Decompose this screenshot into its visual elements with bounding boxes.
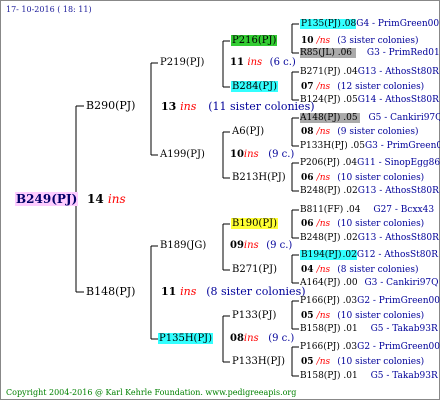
sire-b148[interactable]: B148(PJ): [86, 286, 135, 298]
dam-b290-gen: 13 ins (11 sister colonies): [161, 100, 315, 113]
node-b189-gen: 09ins (9 c.): [230, 240, 293, 251]
leaf-p166-b[interactable]: P166(PJ) .03G2 - PrimGreen00: [300, 341, 440, 353]
sire-b148-gen: 11 ins (8 sister colonies): [161, 285, 306, 298]
leaf-b158-a[interactable]: B158(PJ) .01 G5 - Takab93R: [300, 323, 438, 335]
node-p133h-gen: 05 /ns (10 sister colonies): [301, 357, 425, 367]
node-b271[interactable]: B271(PJ): [232, 264, 277, 276]
node-p219-gen: 11 ins (6 c.): [230, 57, 296, 68]
node-p135h[interactable]: P135H(PJ): [158, 333, 214, 344]
leaf-p135[interactable]: P135(PJ).08G4 - PrimGreen00: [300, 18, 439, 30]
node-p216-gen: 10 /ns (3 sister colonies): [301, 36, 419, 46]
leaf-a148[interactable]: A148(PJ) .05 G5 - Cankiri97Q: [300, 112, 440, 124]
dam-b290[interactable]: B290(PJ): [86, 100, 135, 112]
leaf-b158-b[interactable]: B158(PJ) .01 G5 - Takab93R: [300, 370, 438, 382]
node-a6-gen: 08 /ns (9 sister colonies): [301, 127, 419, 137]
node-p219[interactable]: P219(PJ): [160, 57, 204, 69]
node-b213h-gen: 06 /ns (10 sister colonies): [301, 173, 425, 183]
leaf-a164[interactable]: A164(PJ) .00 G3 - Cankiri97Q: [300, 277, 439, 289]
node-p133-gen: 05 /ns (10 sister colonies): [301, 311, 425, 321]
pedigree-page: 17- 10-2016 ( 18: 11) B249(PJ) 14 ins B2…: [0, 0, 440, 400]
report-date: 17- 10-2016 ( 18: 11): [6, 5, 92, 14]
leaf-b124[interactable]: B124(PJ) .05G14 - AthosSt80R: [300, 94, 439, 106]
node-a6[interactable]: A6(PJ): [232, 126, 264, 138]
node-b190[interactable]: B190(PJ): [231, 218, 278, 229]
leaf-b248-b[interactable]: B248(PJ) .02G13 - AthosSt80R: [300, 232, 439, 244]
leaf-p133h-a[interactable]: P133H(PJ) .05G3 - PrimGreen00: [300, 140, 440, 152]
leaf-b194[interactable]: B194(PJ).02G12 - AthosSt80R: [300, 249, 438, 261]
node-b284[interactable]: B284(PJ): [231, 81, 278, 92]
node-b213h[interactable]: B213H(PJ): [232, 172, 286, 184]
node-p133h[interactable]: P133H(PJ): [232, 356, 285, 368]
leaf-b811[interactable]: B811(FF) .04 G27 - Bcxx43: [300, 204, 434, 216]
leaf-b271-a[interactable]: B271(PJ) .04G13 - AthosSt80R: [300, 66, 439, 78]
root-generation: 14 ins: [87, 192, 126, 206]
leaf-r85[interactable]: R85(JL) .06 G3 - PrimRed01: [300, 47, 440, 59]
copyright-footer: Copyright 2004-2016 @ Karl Kehrle Founda…: [6, 388, 297, 397]
root-queen[interactable]: B249(PJ): [15, 192, 79, 206]
node-a199-gen: 10ins (9 c.): [230, 149, 295, 160]
node-b271-gen: 04 /ns (8 sister colonies): [301, 265, 419, 275]
node-b190-gen: 06 /ns (10 sister colonies): [301, 219, 425, 229]
node-p135h-gen: 08ins (9 c.): [230, 333, 295, 344]
leaf-p206[interactable]: P206(PJ) .04G11 - SinopEgg86R: [300, 157, 440, 169]
node-b189[interactable]: B189(JG): [160, 240, 206, 252]
node-p216[interactable]: P216(PJ): [231, 35, 278, 46]
leaf-p166-a[interactable]: P166(PJ) .03G2 - PrimGreen00: [300, 295, 440, 307]
node-b284-gen: 07 /ns (12 sister colonies): [301, 82, 425, 92]
node-a199[interactable]: A199(PJ): [160, 149, 205, 161]
leaf-b248-a[interactable]: B248(PJ) .02G13 - AthosSt80R: [300, 185, 439, 197]
node-p133[interactable]: P133(PJ): [232, 310, 276, 322]
